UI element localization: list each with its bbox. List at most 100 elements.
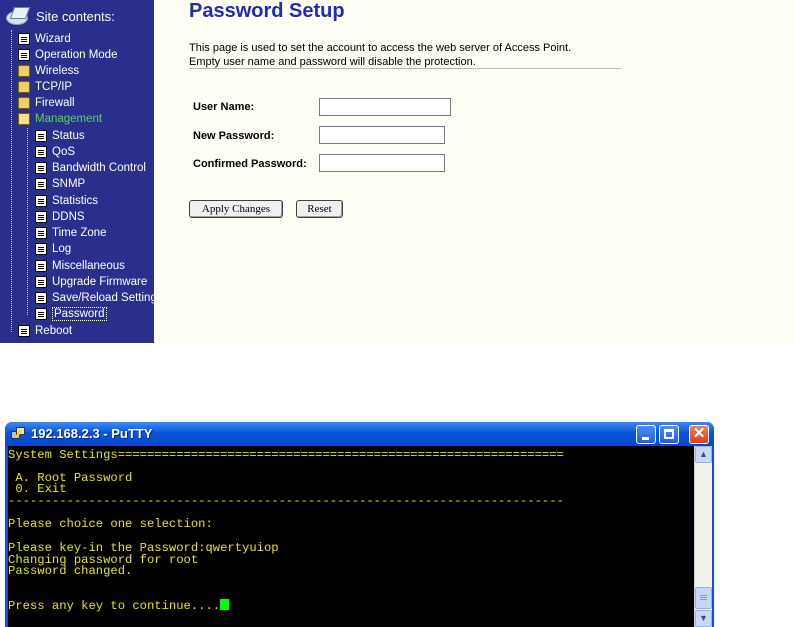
sidebar-item-time-zone[interactable]: Time Zone [35, 225, 107, 241]
sidebar-item-reboot[interactable]: Reboot [18, 323, 72, 339]
close-icon: ✕ [692, 425, 706, 442]
sidebar-item-log[interactable]: Log [35, 241, 71, 257]
sidebar-item-label: Statistics [52, 195, 99, 207]
terminal-line: ----------------------------------------… [8, 494, 564, 508]
text-cursor [220, 599, 230, 610]
sidebar-item-firewall[interactable]: Firewall [18, 95, 75, 111]
username-field[interactable] [319, 98, 451, 116]
sidebar-item-miscellaneous[interactable]: Miscellaneous [35, 258, 125, 274]
page-icon [35, 130, 47, 142]
sidebar-item-statistics[interactable]: Statistics [35, 193, 98, 209]
minimize-button[interactable] [636, 425, 656, 444]
sidebar-header: Site contents: [4, 2, 115, 30]
page-icon [18, 49, 30, 61]
sidebar-item-label: Firewall [35, 97, 75, 109]
sidebar-item-password[interactable]: Password [35, 306, 107, 322]
minimize-icon [642, 437, 649, 440]
window-title: 192.168.2.3 - PuTTY [31, 426, 153, 441]
main-content: Password Setup This page is used to set … [154, 0, 795, 343]
reset-button[interactable]: Reset [296, 200, 343, 218]
page-icon [35, 195, 47, 207]
sidebar-item-label: QoS [52, 146, 76, 158]
sidebar-item-label: Time Zone [52, 227, 107, 239]
sidebar-item-label: Wireless [35, 65, 80, 77]
sidebar-item-label: Reboot [35, 325, 73, 337]
confirm-password-field[interactable] [319, 154, 445, 172]
sidebar-item-label: SNMP [52, 178, 86, 190]
sidebar-item-upgrade-firmware[interactable]: Upgrade Firmware [35, 274, 147, 290]
sidebar-item-tcpip[interactable]: TCP/IP [18, 79, 72, 95]
sidebar-item-label: Status [52, 130, 85, 142]
terminal-line: Password changed. [8, 564, 133, 578]
divider [189, 68, 621, 69]
chevron-down-icon: ▼ [699, 613, 708, 623]
sidebar-item-status[interactable]: Status [35, 128, 85, 144]
sidebar-item-label: Password [52, 307, 107, 321]
new-password-label: New Password: [193, 130, 275, 142]
sidebar-item-label: Save/Reload Setting [52, 292, 157, 304]
description-line-2: Empty user name and password will disabl… [189, 56, 476, 68]
page-icon [18, 33, 30, 45]
sidebar-item-snmp[interactable]: SNMP [35, 176, 85, 192]
page-title: Password Setup [189, 0, 345, 22]
folder-icon [18, 97, 30, 109]
page-icon [35, 260, 47, 272]
sidebar-item-management[interactable]: Management [18, 111, 102, 127]
confirm-password-label: Confirmed Password: [193, 158, 307, 170]
sidebar-header-label: Site contents: [36, 8, 115, 24]
terminal-screen[interactable]: System Settings=========================… [8, 446, 694, 627]
page-icon [35, 292, 47, 304]
sidebar-item-wizard[interactable]: Wizard [18, 31, 71, 47]
sidebar-item-bandwidth-control[interactable]: Bandwidth Control [35, 160, 146, 176]
sidebar-item-operation-mode[interactable]: Operation Mode [18, 47, 117, 63]
terminal-line: System Settings=========================… [8, 448, 564, 462]
folder-icon [18, 65, 30, 77]
page-icon [35, 162, 47, 174]
putty-app-icon[interactable] [11, 427, 25, 440]
scroll-down-button[interactable]: ▼ [695, 610, 712, 627]
sidebar-item-save-reload-setting[interactable]: Save/Reload Setting [35, 290, 157, 306]
sidebar-item-wireless[interactable]: Wireless [18, 63, 79, 79]
new-password-field[interactable] [319, 126, 445, 144]
folder-icon [18, 81, 30, 93]
close-button[interactable]: ✕ [689, 425, 709, 444]
scroll-thumb[interactable] [695, 587, 712, 609]
tree-line-management [27, 128, 28, 315]
maximize-icon [664, 429, 674, 439]
site-globe-icon [4, 5, 32, 27]
terminal-line: Press any key to continue.... [8, 599, 221, 613]
sidebar: Site contents: Wizard Operation Mode Wir… [0, 0, 157, 343]
page-icon [35, 146, 47, 158]
page-description: This page is used to set the account to … [189, 41, 649, 69]
sidebar-item-label: Bandwidth Control [52, 162, 146, 174]
tree-line-root [11, 30, 12, 332]
terminal-prompt-line: Press any key to continue.... [8, 599, 230, 613]
apply-changes-button[interactable]: Apply Changes [189, 200, 283, 218]
sidebar-item-label: Log [52, 243, 72, 255]
putty-window: 192.168.2.3 - PuTTY ✕ System Settings===… [5, 422, 714, 627]
page-icon [18, 325, 30, 337]
sidebar-item-label: Miscellaneous [52, 260, 125, 272]
page-icon [35, 243, 47, 255]
sidebar-item-label: Wizard [35, 33, 71, 45]
sidebar-item-label: Upgrade Firmware [52, 276, 148, 288]
sidebar-item-ddns[interactable]: DDNS [35, 209, 85, 225]
page-icon [35, 308, 47, 320]
sidebar-item-label: TCP/IP [35, 81, 73, 93]
sidebar-item-label: Operation Mode [35, 49, 118, 61]
page-icon [35, 276, 47, 288]
sidebar-item-qos[interactable]: QoS [35, 144, 75, 160]
page-icon [35, 227, 47, 239]
window-titlebar[interactable]: 192.168.2.3 - PuTTY ✕ [5, 422, 714, 446]
maximize-button[interactable] [659, 425, 679, 444]
page-icon [35, 211, 47, 223]
scroll-up-button[interactable]: ▲ [695, 446, 712, 463]
terminal-line: Please choice one selection: [8, 517, 213, 531]
folder-open-icon [18, 113, 30, 125]
description-line-1: This page is used to set the account to … [189, 42, 572, 54]
username-label: User Name: [193, 101, 255, 113]
sidebar-item-label: Management [35, 113, 103, 125]
vertical-scrollbar[interactable]: ▲ ▼ [694, 446, 712, 627]
web-admin-screenshot: Site contents: Wizard Operation Mode Wir… [0, 0, 795, 343]
sidebar-item-label: DDNS [52, 211, 85, 223]
